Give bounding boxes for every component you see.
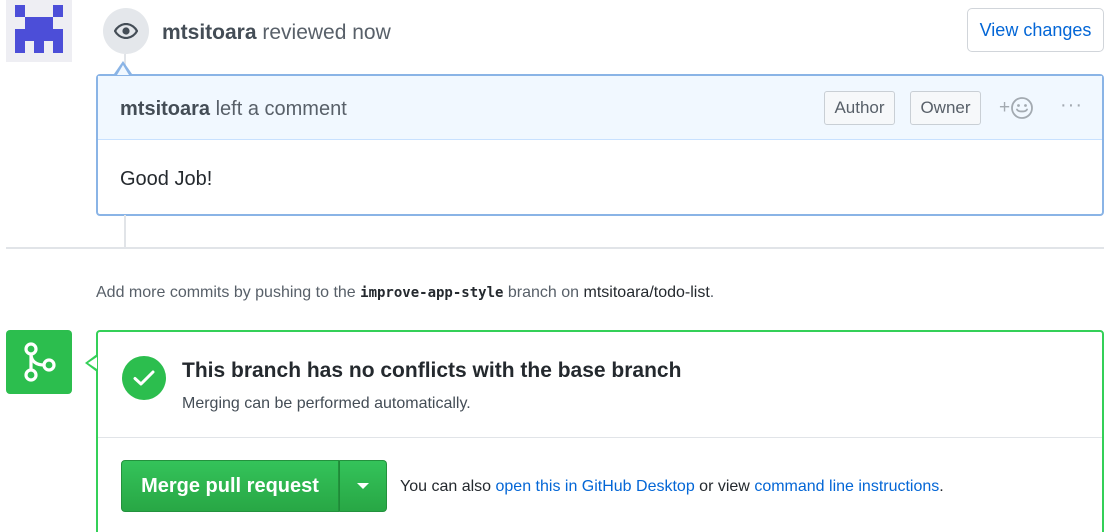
smiley-icon [1011,97,1034,119]
timeline-line [124,215,126,247]
also-prefix: You can also [400,478,492,495]
review-comment: mtsitoara left a comment Author Owner + … [96,74,1104,216]
review-action: reviewed now [262,21,391,44]
merge-pointer-fill [88,357,97,369]
check-icon [133,370,155,386]
comment-body: Good Job! [120,168,213,190]
git-merge-icon [24,342,56,382]
repo-name[interactable]: mtsitoara/todo-list [584,284,710,301]
also-suffix: . [939,478,944,495]
reaction-plus: + [999,97,1011,118]
push-hint-middle: branch on [507,284,580,301]
push-hint-suffix: . [709,284,715,301]
push-hint: Add more commits by pushing to the impro… [96,284,714,302]
check-icon-badge [122,356,166,400]
caret-down-icon [357,483,369,489]
identicon-icon [6,0,72,62]
timeline-divider [6,247,1104,249]
eye-icon [114,23,138,39]
review-username[interactable]: mtsitoara [162,21,257,44]
merge-divider [98,437,1102,438]
merge-alternatives: You can also open this in GitHub Desktop… [400,478,944,496]
eye-icon-badge [103,8,149,54]
view-changes-button[interactable]: View changes [967,8,1104,52]
merge-status-badge [6,330,72,394]
comment-pointer-fill [117,65,129,75]
open-github-desktop-link[interactable]: open this in GitHub Desktop [496,478,695,495]
merge-pull-request-button[interactable]: Merge pull request [121,460,339,512]
comment-author-line: mtsitoara left a comment [120,98,347,121]
merge-status-title: This branch has no conflicts with the ba… [182,359,682,382]
avatar[interactable] [6,0,72,62]
merge-status-subtitle: Merging can be performed automatically. [182,395,471,412]
merge-box: This branch has no conflicts with the ba… [96,330,1104,532]
merge-button-group: Merge pull request [121,460,387,512]
branch-name: improve-app-style [360,285,504,301]
comment-header: mtsitoara left a comment Author Owner + … [98,76,1102,140]
push-hint-prefix: Add more commits by pushing to the [96,284,356,301]
merge-method-dropdown[interactable] [339,460,387,512]
command-line-instructions-link[interactable]: command line instructions [754,478,939,495]
comment-action: left a comment [215,98,347,120]
owner-badge: Owner [910,91,981,125]
comment-options-button[interactable]: ··· [1060,94,1083,117]
comment-username[interactable]: mtsitoara [120,98,210,120]
also-middle: or view [699,478,750,495]
pull-request-timeline: mtsitoara reviewed now View changes mtsi… [0,0,1110,532]
author-badge: Author [824,91,895,125]
add-reaction-button[interactable]: + [999,94,1034,122]
review-event-text: mtsitoara reviewed now [162,21,391,45]
